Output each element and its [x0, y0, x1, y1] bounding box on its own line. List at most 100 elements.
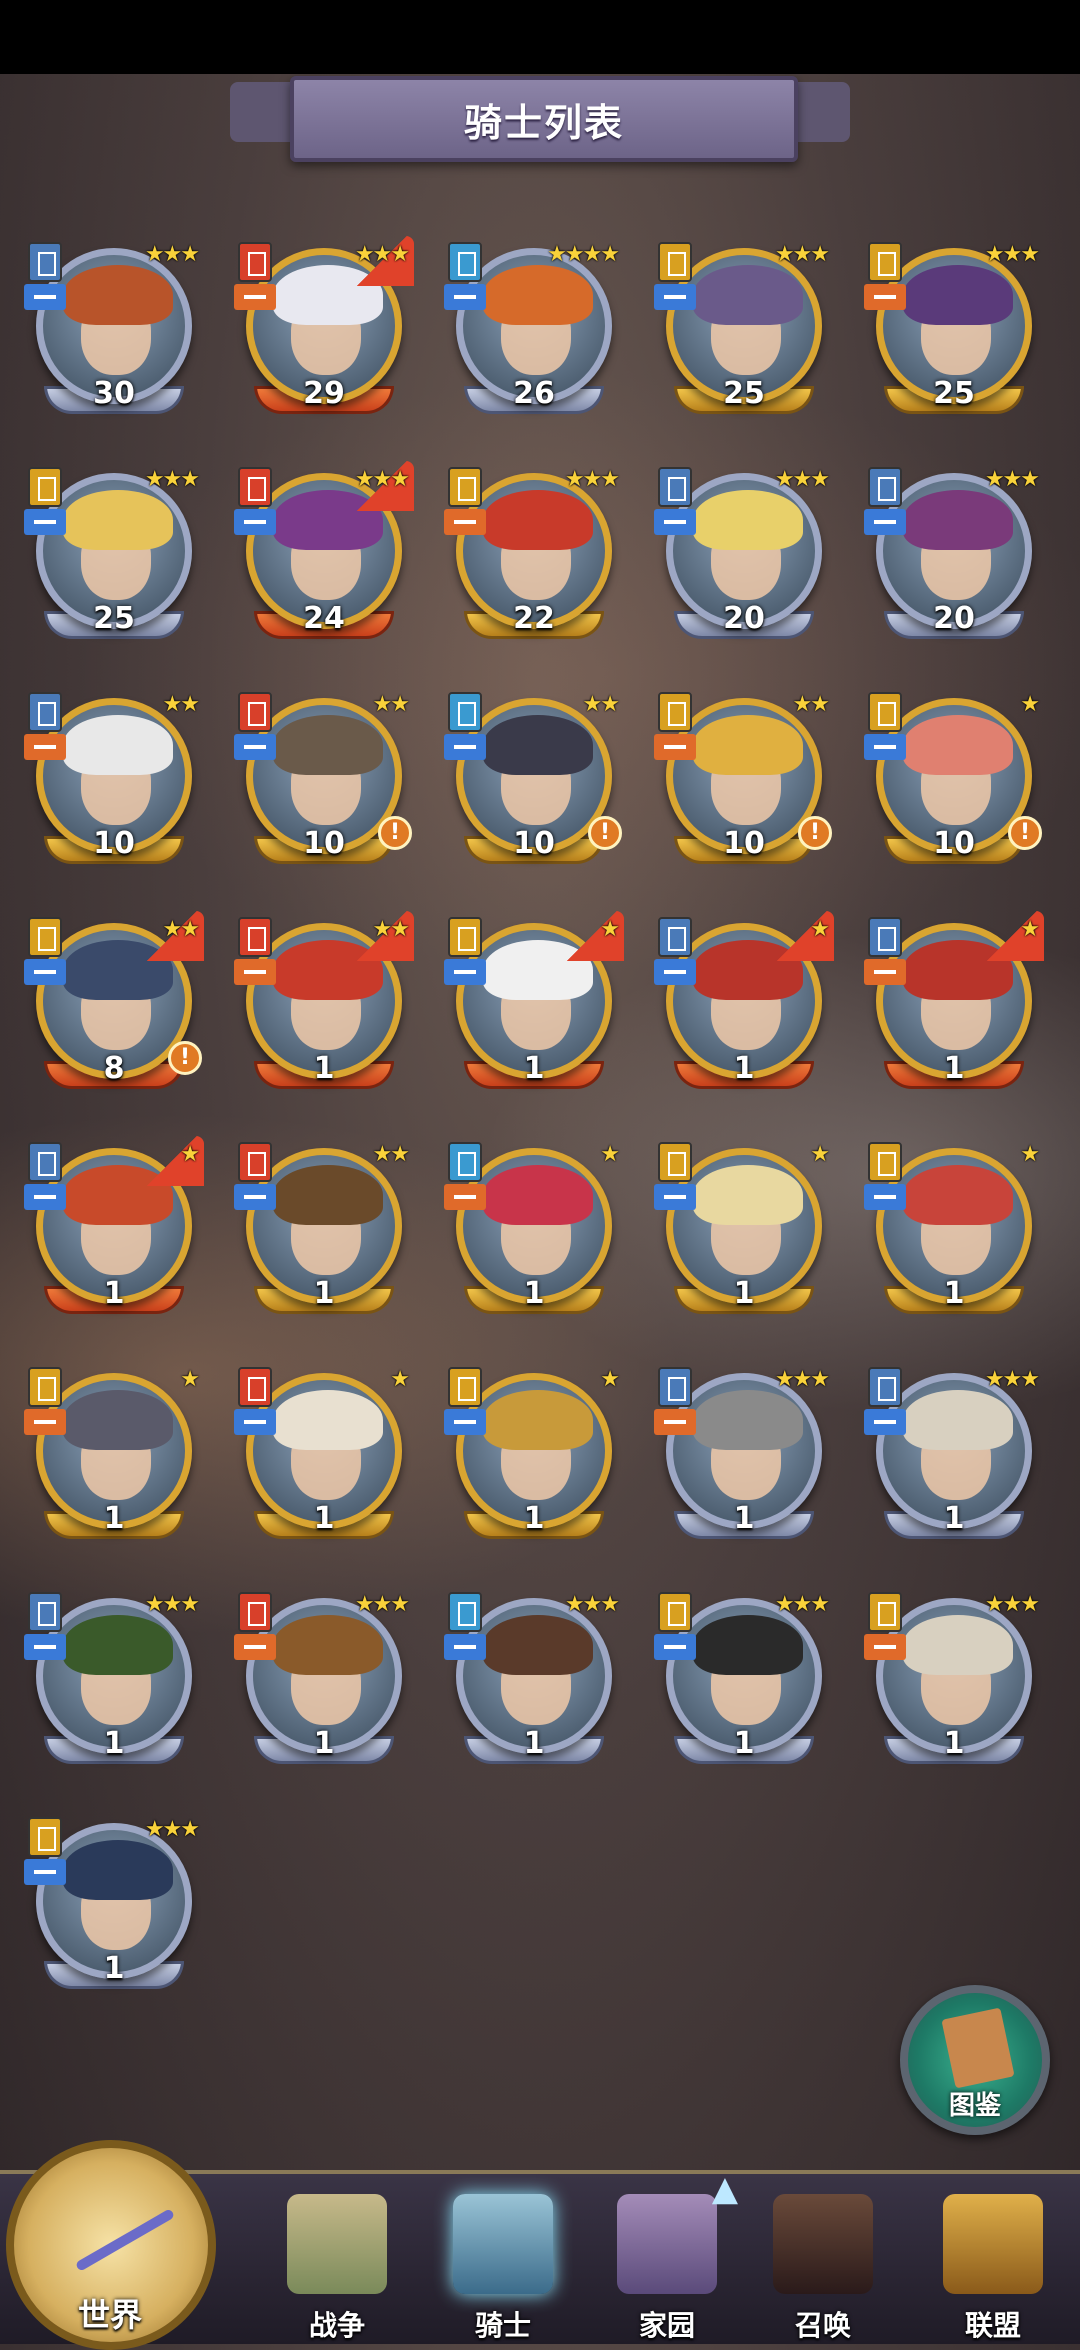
nav-summon[interactable]: 召唤 — [748, 2194, 898, 2344]
role-badge-icon — [234, 1184, 276, 1210]
star-rating: ★★★ — [354, 1592, 410, 1617]
knight-level: 1 — [943, 1726, 965, 1761]
star-rating: ★★★ — [564, 1592, 620, 1617]
class-badge-icon — [238, 467, 272, 507]
scroll-icon — [941, 2007, 1015, 2089]
knight-level: 26 — [513, 376, 555, 411]
role-badge-icon — [234, 1409, 276, 1435]
knight-card[interactable]: ★★★ 1 — [654, 1361, 834, 1541]
knight-card[interactable]: ★★ 10 — [24, 686, 204, 866]
class-badge-icon — [448, 242, 482, 282]
knight-card[interactable]: ★★ 1 — [234, 1136, 414, 1316]
class-badge-icon — [28, 1592, 62, 1632]
knight-level: 1 — [733, 1726, 755, 1761]
star-rating: ★★★ — [144, 467, 200, 492]
class-badge-icon — [448, 692, 482, 732]
star-rating: ★★★ — [774, 467, 830, 492]
knight-level: 1 — [943, 1276, 965, 1311]
knight-card[interactable]: ★ 10! — [864, 686, 1044, 866]
knight-card[interactable]: ★ 1 — [444, 1361, 624, 1541]
role-badge-icon — [654, 284, 696, 310]
nav-battle[interactable]: 战争 — [262, 2194, 412, 2344]
alert-icon: ! — [588, 816, 622, 850]
codex-button[interactable]: 图鉴 — [900, 1985, 1050, 2135]
knight-card[interactable]: ★ 1 — [864, 1136, 1044, 1316]
knight-card[interactable]: ★ 1 — [24, 1361, 204, 1541]
knight-card[interactable]: ★ 1 — [24, 1136, 204, 1316]
knight-level: 20 — [933, 601, 975, 636]
nav-world[interactable]: 世界 — [0, 2140, 230, 2350]
knight-card[interactable]: ★★★ 1 — [24, 1586, 204, 1766]
alert-icon: ! — [798, 816, 832, 850]
knight-card[interactable]: ★★★ 30 — [24, 236, 204, 416]
knight-card[interactable]: ★ 1 — [444, 1136, 624, 1316]
class-badge-icon — [658, 467, 692, 507]
knight-card[interactable]: ★★★ 1 — [234, 1586, 414, 1766]
train-icon — [773, 2194, 873, 2294]
role-badge-icon — [234, 509, 276, 535]
star-rating: ★★ — [372, 917, 410, 942]
knight-card[interactable]: ★★★ 25 — [864, 236, 1044, 416]
star-rating: ★★★ — [774, 242, 830, 267]
knight-card[interactable]: ★★ 1 — [234, 911, 414, 1091]
knight-card[interactable]: ★★ 10! — [444, 686, 624, 866]
knight-card[interactable]: ★★★ 20 — [654, 461, 834, 641]
knight-level: 25 — [93, 601, 135, 636]
class-badge-icon — [28, 467, 62, 507]
knight-level: 1 — [733, 1276, 755, 1311]
codex-label: 图鉴 — [948, 2091, 1001, 2121]
knight-card[interactable]: ★★★ 1 — [444, 1586, 624, 1766]
class-badge-icon — [868, 1142, 902, 1182]
star-rating: ★★ — [372, 1142, 410, 1167]
star-rating: ★★ — [162, 692, 200, 717]
star-rating: ★★★★ — [547, 242, 620, 267]
knight-card[interactable]: ★ 1 — [444, 911, 624, 1091]
class-badge-icon — [238, 917, 272, 957]
knight-card[interactable]: ★★★ 25 — [24, 461, 204, 641]
knight-card[interactable]: ★★★ 20 — [864, 461, 1044, 641]
nav-knights[interactable]: 骑士 — [428, 2194, 578, 2344]
knight-level: 1 — [733, 1051, 755, 1086]
knight-card[interactable]: ★★★ 24 — [234, 461, 414, 641]
knight-card[interactable]: ★ 1 — [654, 1136, 834, 1316]
role-badge-icon — [864, 1634, 906, 1660]
role-badge-icon — [24, 1634, 66, 1660]
nav-home[interactable]: 家园 — [592, 2194, 742, 2344]
nav-alliance[interactable]: 联盟 — [918, 2194, 1068, 2344]
star-rating: ★ — [180, 1367, 200, 1392]
knight-card[interactable]: ★★★★ 26 — [444, 236, 624, 416]
knight-card[interactable]: ★ 1 — [234, 1361, 414, 1541]
star-rating: ★★★ — [984, 1367, 1040, 1392]
knight-card[interactable]: ★★ 10! — [234, 686, 414, 866]
class-badge-icon — [28, 1367, 62, 1407]
knight-level: 22 — [513, 601, 555, 636]
knight-card[interactable]: ★★★ 1 — [864, 1586, 1044, 1766]
star-rating: ★ — [1020, 917, 1040, 942]
role-badge-icon — [24, 284, 66, 310]
nav-battle-label: 战争 — [308, 2309, 365, 2342]
role-badge-icon — [24, 1184, 66, 1210]
knight-card[interactable]: ★★ 10! — [654, 686, 834, 866]
class-badge-icon — [658, 1592, 692, 1632]
star-rating: ★ — [1020, 1142, 1040, 1167]
knight-card[interactable]: ★★ 8! — [24, 911, 204, 1091]
class-badge-icon — [868, 467, 902, 507]
knight-card[interactable]: ★★★ 22 — [444, 461, 624, 641]
alert-icon: ! — [378, 816, 412, 850]
class-badge-icon — [238, 692, 272, 732]
role-badge-icon — [444, 284, 486, 310]
knight-card[interactable]: ★★★ 29 — [234, 236, 414, 416]
knight-wizard-icon — [453, 2194, 553, 2294]
knight-card[interactable]: ★ 1 — [864, 911, 1044, 1091]
star-rating: ★ — [600, 917, 620, 942]
nav-world-label: 世界 — [77, 2296, 142, 2334]
knight-card[interactable]: ★★★ 1 — [654, 1586, 834, 1766]
knight-card[interactable]: ★★★ 1 — [864, 1361, 1044, 1541]
star-rating: ★★★ — [354, 467, 410, 492]
class-badge-icon — [448, 1367, 482, 1407]
knight-card[interactable]: ★★★ 1 — [24, 1811, 204, 1991]
knight-card[interactable]: ★ 1 — [654, 911, 834, 1091]
knight-level: 1 — [523, 1051, 545, 1086]
class-badge-icon — [658, 1367, 692, 1407]
knight-card[interactable]: ★★★ 25 — [654, 236, 834, 416]
